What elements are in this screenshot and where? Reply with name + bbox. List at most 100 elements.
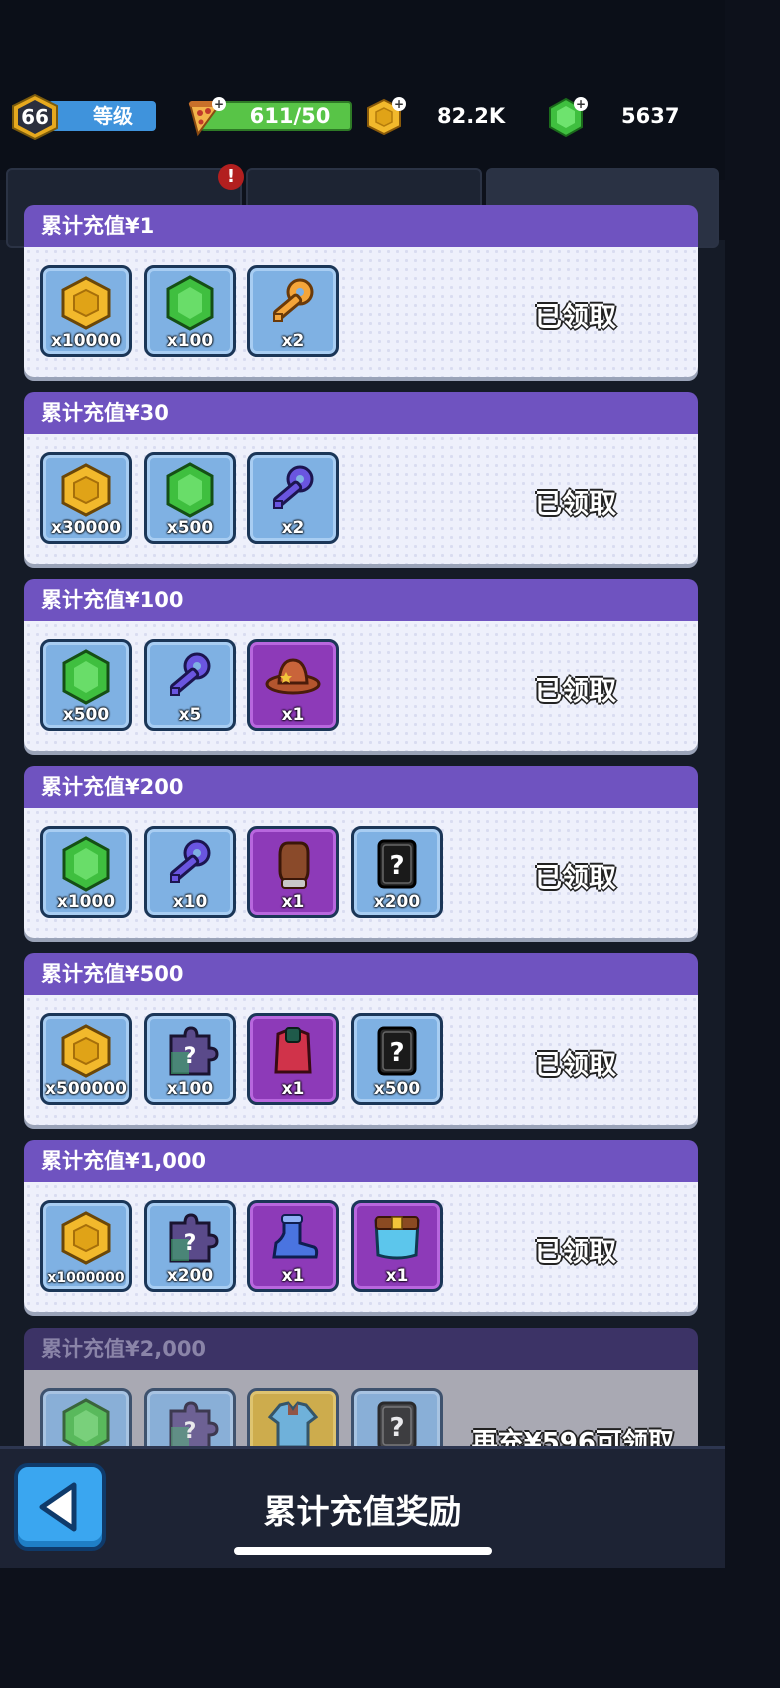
item-quantity: x2	[281, 331, 305, 351]
claimed-status: 已领取	[535, 302, 616, 333]
item-quantity: x1000	[56, 892, 116, 912]
svg-text:?: ?	[184, 1419, 197, 1444]
reward-item[interactable]: x100	[144, 265, 236, 357]
reward-tier-card: 累计充值¥100 x500 x5 x1 已领取	[24, 579, 698, 751]
reward-item[interactable]: x1000	[40, 826, 132, 918]
item-quantity: x200	[166, 1266, 214, 1286]
reward-item[interactable]: x10	[144, 826, 236, 918]
reward-item[interactable]: x500000	[40, 1013, 132, 1105]
coin-icon	[43, 1022, 129, 1080]
tier-title: 累计充值¥1	[24, 205, 698, 247]
energy-value: 611/50	[249, 104, 331, 128]
gem-value: 5637	[621, 104, 680, 128]
tier-title: 累计充值¥100	[24, 579, 698, 621]
gold-key-icon	[250, 274, 336, 332]
gem-icon	[147, 274, 233, 332]
svg-text:+: +	[394, 97, 404, 111]
item-quantity: x5	[178, 705, 202, 725]
reward-tier-card: 累计充值¥30 x30000 x500 x2 已领取	[24, 392, 698, 564]
svg-text:?: ?	[389, 1038, 404, 1068]
pizza-icon: +	[188, 97, 226, 137]
claimed-status: 已领取	[535, 863, 616, 894]
reward-item[interactable]: x10000	[40, 265, 132, 357]
reward-item[interactable]: x1	[247, 826, 339, 918]
item-quantity: x30000	[50, 518, 122, 538]
reward-item[interactable]: ? x100	[144, 1013, 236, 1105]
item-quantity: x100	[166, 331, 214, 351]
home-indicator	[234, 1547, 492, 1555]
claimed-status: 已领取	[535, 1237, 616, 1268]
reward-item[interactable]: x30000	[40, 452, 132, 544]
top-status-bar: 66 等级 + 611/50 + 82.2K + 5637	[0, 0, 725, 180]
tier-body: x10000 x100 x2 已领取	[24, 247, 698, 377]
item-quantity: x1	[281, 1266, 305, 1286]
item-quantity: x500	[373, 1079, 421, 1099]
item-quantity: x10	[172, 892, 208, 912]
tier-body: x1000 x10 x1 ? x200 已领取	[24, 808, 698, 938]
tier-body: x500000? x100 x1? x500 已领取	[24, 995, 698, 1125]
reward-item[interactable]: x5	[144, 639, 236, 731]
reward-item[interactable]: x1000000	[40, 1200, 132, 1292]
item-quantity: x10000	[50, 331, 122, 351]
mystery-puzzle-icon: ?	[147, 1022, 233, 1080]
resource-row: 66 等级 + 611/50 + 82.2K + 5637	[0, 92, 725, 144]
item-quantity: x500	[62, 705, 110, 725]
reward-item[interactable]: ? x200	[351, 826, 443, 918]
vest-icon	[250, 1022, 336, 1080]
reward-item[interactable]: x1	[247, 1013, 339, 1105]
reward-tier-card: 累计充值¥500 x500000? x100 x1? x500 已领取	[24, 953, 698, 1125]
reward-item[interactable]: x2	[247, 452, 339, 544]
item-quantity: x1	[281, 705, 305, 725]
item-quantity: x2	[281, 518, 305, 538]
reward-tier-card: 累计充值¥200 x1000 x10 x1 ? x200 已领取	[24, 766, 698, 938]
tier-title: 累计充值¥1,000	[24, 1140, 698, 1182]
tier-title: 累计充值¥200	[24, 766, 698, 808]
claimed-status: 已领取	[535, 676, 616, 707]
svg-text:+: +	[576, 97, 586, 111]
reward-item[interactable]: x500	[40, 639, 132, 731]
claimed-status: 已领取	[535, 1050, 616, 1081]
item-quantity: x1	[281, 1079, 305, 1099]
gem-icon	[147, 461, 233, 519]
reward-item[interactable]: x1	[247, 1200, 339, 1292]
level-label: 等级	[93, 104, 133, 128]
reward-item[interactable]: ? x200	[144, 1200, 236, 1292]
mystery-puzzle-icon: ?	[147, 1209, 233, 1267]
gem-add-icon[interactable]: +	[544, 96, 590, 140]
mystery-card-icon: ?	[354, 1022, 440, 1080]
reward-item[interactable]: x500	[144, 452, 236, 544]
belt-icon	[354, 1209, 440, 1267]
glove-icon	[250, 835, 336, 893]
purple-key-icon	[250, 461, 336, 519]
reward-tier-card: 累计充值¥1,000 x1000000? x200 x1 x1 已领取	[24, 1140, 698, 1312]
gem-icon	[43, 835, 129, 893]
coin-icon	[43, 461, 129, 519]
svg-text:+: +	[214, 97, 224, 111]
svg-text:?: ?	[184, 1044, 197, 1069]
tier-body: x30000 x500 x2 已领取	[24, 434, 698, 564]
tier-body: x500 x5 x1 已领取	[24, 621, 698, 751]
tier-title: 累计充值¥30	[24, 392, 698, 434]
alert-badge: !	[218, 164, 244, 190]
tier-title: 累计充值¥2,000	[24, 1328, 698, 1370]
purple-key-icon	[147, 648, 233, 706]
item-quantity: x1	[281, 892, 305, 912]
reward-item[interactable]: x2	[247, 265, 339, 357]
item-quantity: x500	[166, 518, 214, 538]
claimed-status: 已领取	[535, 489, 616, 520]
svg-text:?: ?	[184, 1231, 197, 1256]
boot-icon	[250, 1209, 336, 1267]
reward-item[interactable]: x1	[247, 639, 339, 731]
item-quantity: x1	[385, 1266, 409, 1286]
level-number: 66	[21, 105, 49, 129]
coin-icon	[43, 1209, 129, 1267]
reward-item[interactable]: ? x500	[351, 1013, 443, 1105]
reward-item[interactable]: x1	[351, 1200, 443, 1292]
tier-body: x1000000? x200 x1 x1 已领取	[24, 1182, 698, 1312]
coin-add-icon[interactable]: +	[364, 96, 408, 140]
reward-tier-card: 累计充值¥1 x10000 x100 x2 已领取	[24, 205, 698, 377]
mystery-card-icon: ?	[354, 835, 440, 893]
tier-title: 累计充值¥500	[24, 953, 698, 995]
svg-text:?: ?	[389, 1413, 404, 1443]
purple-key-icon	[147, 835, 233, 893]
